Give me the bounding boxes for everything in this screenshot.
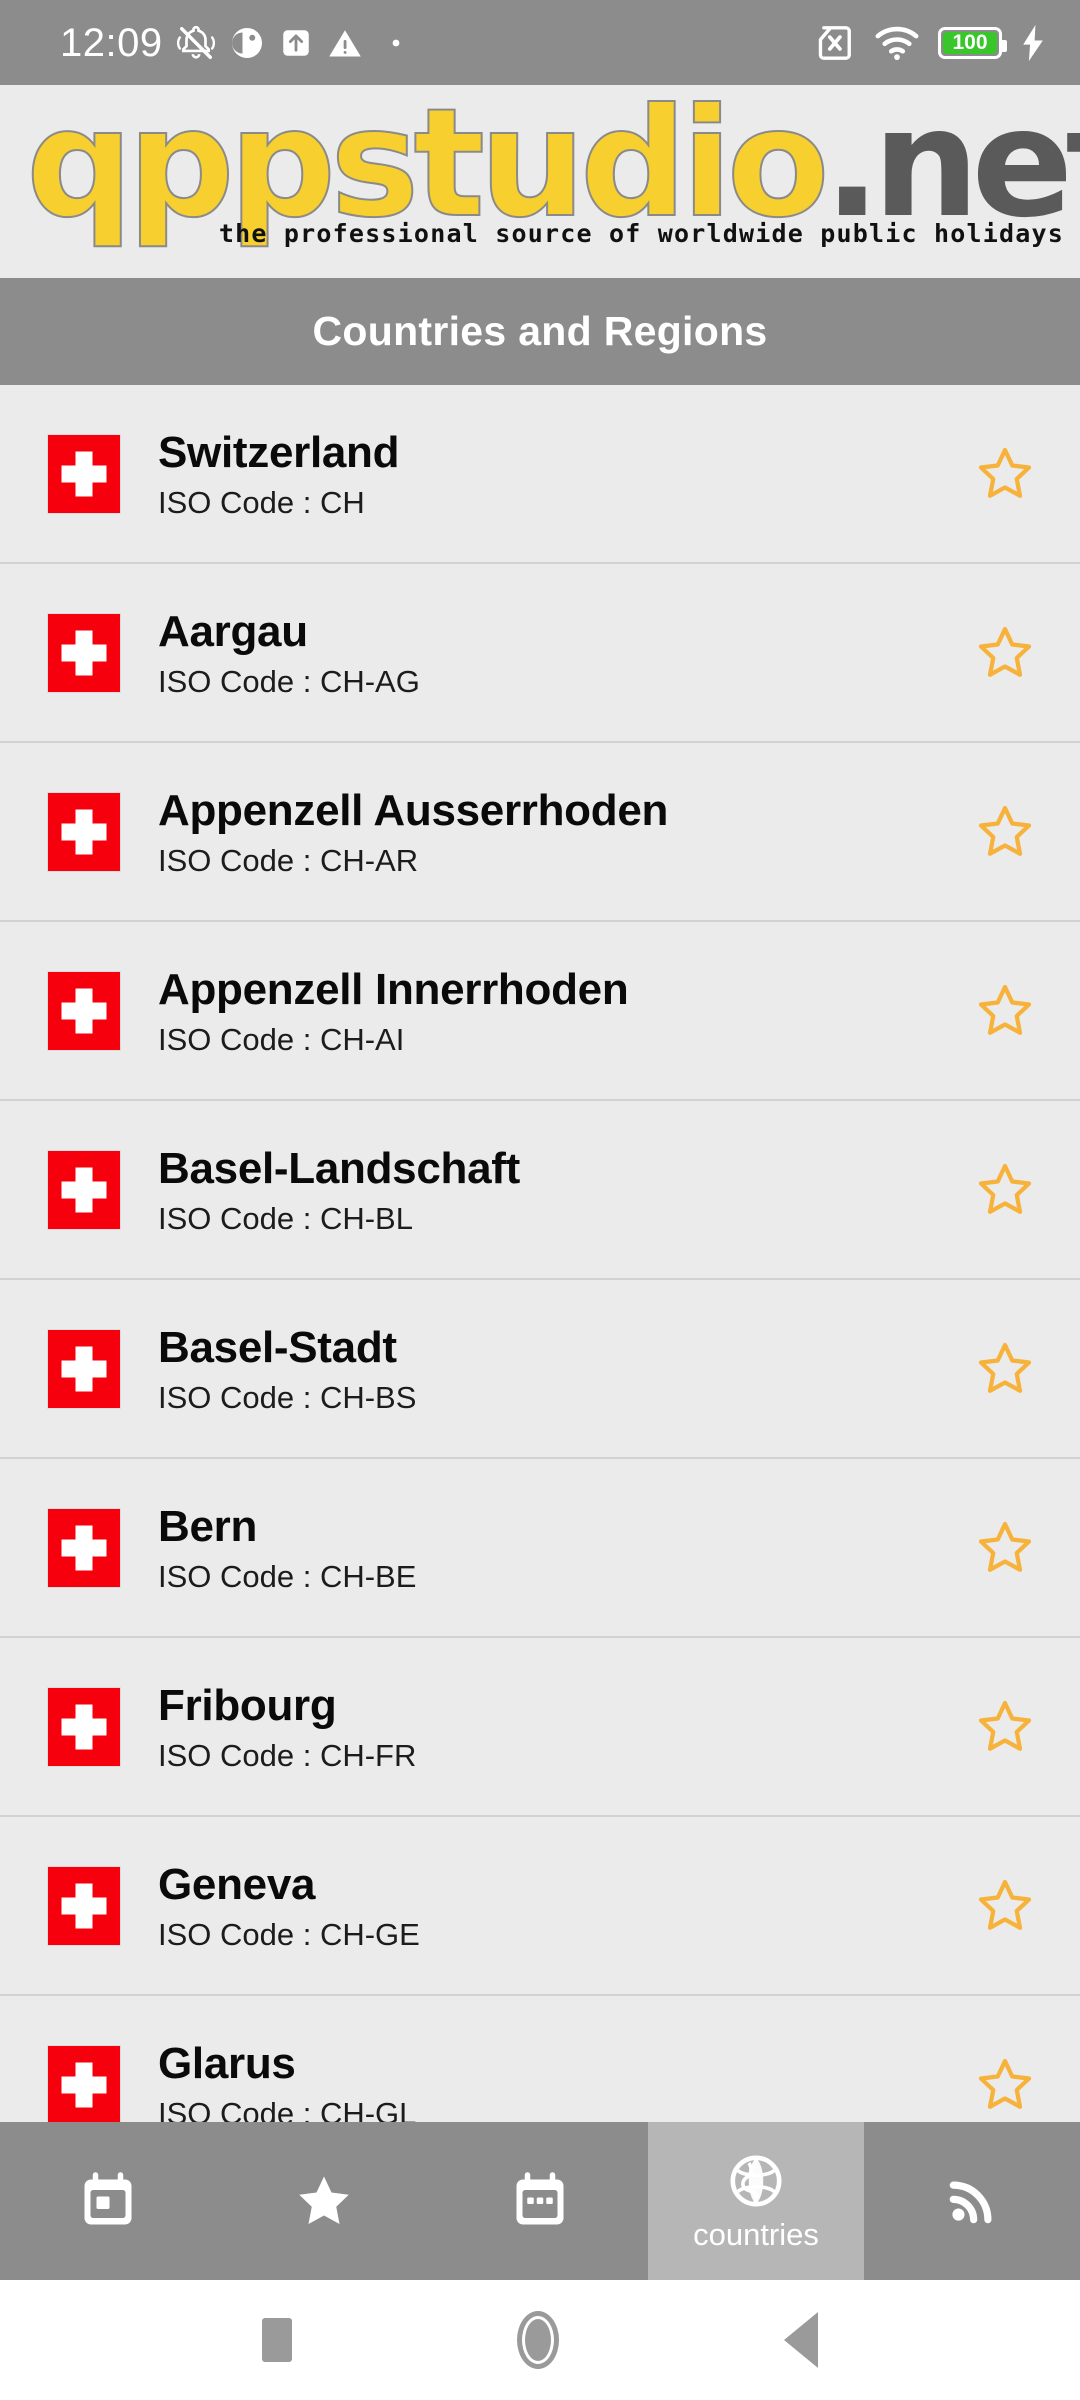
page-title-bar: Countries and Regions: [0, 278, 1080, 385]
page-title: Countries and Regions: [312, 308, 768, 354]
favorite-star-button[interactable]: [970, 1155, 1040, 1225]
upload-arrow-icon: [279, 26, 313, 60]
swiss-flag-icon: [48, 1866, 120, 1945]
favorite-star-button[interactable]: [970, 976, 1040, 1046]
swiss-flag-icon: [48, 613, 120, 692]
swiss-flag-icon: [48, 1150, 120, 1229]
country-name: Bern: [158, 1501, 258, 1551]
phone-screen: 12:09 100 qppstudio.ne the professional …: [0, 0, 1080, 2400]
status-bar-clock: 12:09: [60, 20, 163, 65]
calendar-today-icon: [78, 2170, 138, 2232]
favorite-star-button[interactable]: [970, 1871, 1040, 1941]
country-iso-code: ISO Code : CH-AI: [158, 1021, 405, 1057]
wifi-icon: [874, 25, 920, 61]
tab-globe[interactable]: countries: [648, 2122, 864, 2280]
favorite-star-button[interactable]: [970, 1513, 1040, 1583]
do-not-disturb-icon: [229, 25, 265, 61]
home-circle-icon[interactable]: [516, 2311, 559, 2369]
country-name: Fribourg: [158, 1680, 337, 1730]
favorite-star-button[interactable]: [970, 2050, 1040, 2120]
country-name: Basel-Stadt: [158, 1322, 397, 1372]
row-text-block: Appenzell Innerrhoden ISO Code : CH-AI: [158, 964, 970, 1058]
no-sim-icon: [812, 24, 856, 62]
row-text-block: Fribourg ISO Code : CH-FR: [158, 1680, 970, 1774]
status-bar-left: 12:09: [60, 23, 401, 63]
android-navigation-bar: [0, 2280, 1080, 2400]
row-text-block: Appenzell Ausserrhoden ISO Code : CH-AR: [158, 785, 970, 879]
country-name: Basel-Landschaft: [158, 1143, 520, 1193]
table-row[interactable]: Basel-Landschaft ISO Code : CH-BL: [0, 1101, 1080, 1280]
charging-bolt-icon: [1020, 24, 1046, 61]
country-iso-code: ISO Code : CH-AR: [158, 842, 419, 878]
table-row[interactable]: Switzerland ISO Code : CH: [0, 385, 1080, 564]
swiss-flag-icon: [48, 792, 120, 871]
recents-square-icon[interactable]: [262, 2318, 293, 2362]
favorite-star-button[interactable]: [970, 618, 1040, 688]
country-iso-code: ISO Code : CH-GL: [158, 2095, 417, 2123]
country-name: Glarus: [158, 2038, 296, 2088]
dot-icon: [391, 38, 401, 48]
table-row[interactable]: Basel-Stadt ISO Code : CH-BS: [0, 1280, 1080, 1459]
star-filled-icon: [293, 2170, 355, 2232]
favorite-star-button[interactable]: [970, 1692, 1040, 1762]
favorite-star-button[interactable]: [970, 439, 1040, 509]
country-name: Aargau: [158, 606, 308, 656]
row-text-block: Switzerland ISO Code : CH: [158, 427, 970, 521]
swiss-flag-icon: [48, 1687, 120, 1766]
calendar-events-icon: [510, 2170, 570, 2232]
table-row[interactable]: Appenzell Ausserrhoden ISO Code : CH-AR: [0, 743, 1080, 922]
country-iso-code: ISO Code : CH-GE: [158, 1916, 420, 1952]
silent-bell-icon: [176, 24, 215, 62]
row-text-block: Basel-Landschaft ISO Code : CH-BL: [158, 1143, 970, 1237]
status-bar-right: 100: [812, 24, 1046, 62]
row-text-block: Bern ISO Code : CH-BE: [158, 1501, 970, 1595]
table-row[interactable]: Geneva ISO Code : CH-GE: [0, 1817, 1080, 1996]
logo-tagline: the professional source of worldwide pub…: [218, 219, 1064, 248]
country-iso-code: ISO Code : CH-FR: [158, 1737, 417, 1773]
bottom-tab-bar[interactable]: countries: [0, 2122, 1080, 2280]
swiss-flag-icon: [48, 2045, 120, 2122]
back-triangle-icon[interactable]: [783, 2312, 818, 2368]
country-iso-code: ISO Code : CH-AG: [158, 663, 420, 699]
row-text-block: Geneva ISO Code : CH-GE: [158, 1859, 970, 1953]
favorite-star-button[interactable]: [970, 1334, 1040, 1404]
country-name: Appenzell Innerrhoden: [158, 964, 629, 1014]
table-row[interactable]: Glarus ISO Code : CH-GL: [0, 1996, 1080, 2122]
country-iso-code: ISO Code : CH: [158, 484, 365, 520]
row-text-block: Glarus ISO Code : CH-GL: [158, 2038, 970, 2123]
battery-percent: 100: [952, 31, 988, 54]
rss-feed-icon: [944, 2170, 1000, 2232]
table-row[interactable]: Aargau ISO Code : CH-AG: [0, 564, 1080, 743]
row-text-block: Aargau ISO Code : CH-AG: [158, 606, 970, 700]
country-iso-code: ISO Code : CH-BE: [158, 1558, 417, 1594]
tab-label: countries: [693, 2217, 819, 2252]
row-text-block: Basel-Stadt ISO Code : CH-BS: [158, 1322, 970, 1416]
table-row[interactable]: Fribourg ISO Code : CH-FR: [0, 1638, 1080, 1817]
app-logo-banner: qppstudio.net the professional source of…: [0, 85, 1080, 278]
swiss-flag-icon: [48, 971, 120, 1050]
country-name: Switzerland: [158, 427, 400, 477]
tab-star-filled[interactable]: [216, 2122, 432, 2280]
table-row[interactable]: Bern ISO Code : CH-BE: [0, 1459, 1080, 1638]
table-row[interactable]: Appenzell Innerrhoden ISO Code : CH-AI: [0, 922, 1080, 1101]
swiss-flag-icon: [48, 1329, 120, 1408]
country-name: Appenzell Ausserrhoden: [158, 785, 669, 835]
warning-triangle-icon: [327, 25, 363, 61]
swiss-flag-icon: [48, 434, 120, 513]
tab-calendar-events[interactable]: [432, 2122, 648, 2280]
globe-icon: [727, 2150, 785, 2212]
tab-calendar-today[interactable]: [0, 2122, 216, 2280]
favorite-star-button[interactable]: [970, 797, 1040, 867]
country-iso-code: ISO Code : CH-BS: [158, 1379, 417, 1415]
status-bar: 12:09 100: [0, 0, 1080, 85]
app-logo-text: qppstudio.net: [25, 88, 1080, 240]
swiss-flag-icon: [48, 1508, 120, 1587]
countries-list[interactable]: Switzerland ISO Code : CH Aargau ISO Cod…: [0, 385, 1080, 2122]
tab-rss-feed[interactable]: [864, 2122, 1080, 2280]
country-iso-code: ISO Code : CH-BL: [158, 1200, 413, 1236]
battery-icon: 100: [938, 26, 1007, 59]
country-name: Geneva: [158, 1859, 316, 1909]
